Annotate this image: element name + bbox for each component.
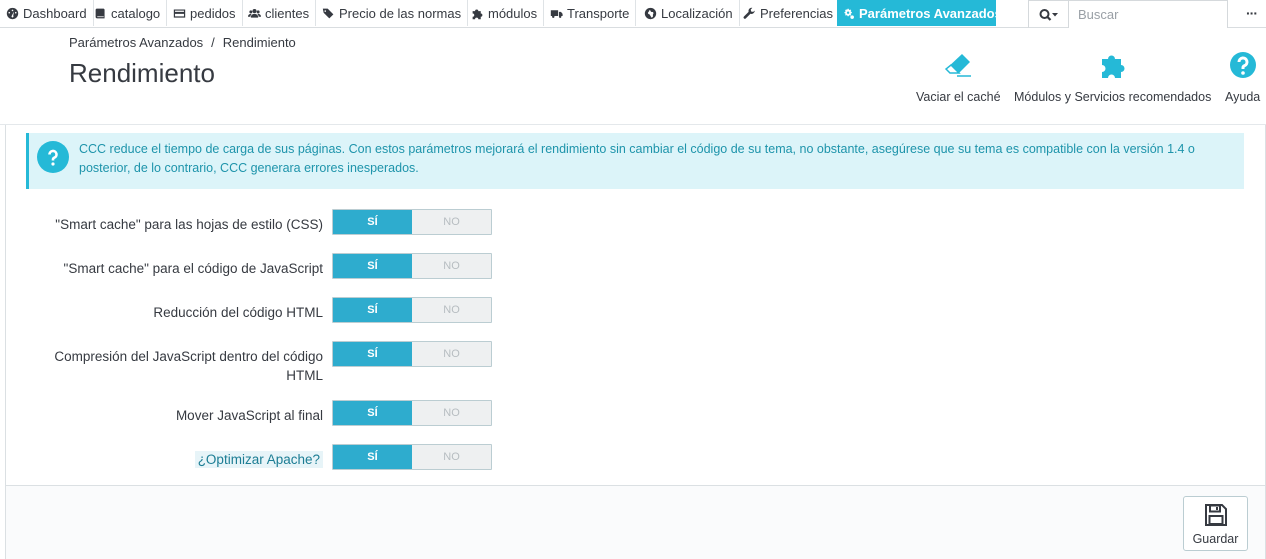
- users-icon: [247, 6, 261, 20]
- help-button[interactable]: Ayuda: [1225, 50, 1260, 104]
- switch-no[interactable]: NO: [412, 401, 491, 425]
- nav-item-pedidos[interactable]: pedidos: [167, 0, 243, 26]
- switch-yes[interactable]: SÍ: [333, 210, 412, 234]
- nav-item-preferencias[interactable]: Preferencias: [737, 0, 840, 26]
- search-type-dropdown[interactable]: [1029, 1, 1069, 28]
- globe-icon: [643, 6, 657, 20]
- performance-panel: CCC reduce el tiempo de carga de sus pág…: [5, 125, 1266, 559]
- help-icon: [1228, 50, 1258, 80]
- nav-item-localizacion[interactable]: Localización: [638, 0, 740, 26]
- form-label: Mover JavaScript al final: [175, 408, 323, 423]
- form-label-help-link[interactable]: ¿Optimizar Apache?: [33, 450, 323, 469]
- nav-label: Precio de las normas: [339, 5, 462, 21]
- optimize-apache-label[interactable]: ¿Optimizar Apache?: [194, 451, 323, 468]
- breadcrumb-parent[interactable]: Parámetros Avanzados: [69, 35, 203, 50]
- nav-item-dashboard[interactable]: Dashboard: [0, 0, 94, 26]
- save-button[interactable]: Guardar: [1183, 496, 1248, 551]
- toolbar-label: Ayuda: [1225, 90, 1261, 104]
- truck-icon: [549, 6, 563, 20]
- nav-label: módulos: [488, 5, 538, 21]
- form-label: "Smart cache" para el código de JavaScri…: [63, 261, 323, 276]
- smart-cache-css-switch[interactable]: SÍ NO: [332, 209, 492, 235]
- book-icon: [93, 6, 107, 20]
- puzzle-icon: [470, 6, 484, 20]
- search-icon: [1039, 8, 1058, 21]
- form-label: Reducción del código HTML: [153, 305, 323, 320]
- floppy-disk-icon: [1204, 503, 1227, 526]
- nav-item-precio-normas[interactable]: Precio de las normas: [316, 0, 469, 26]
- form-row-js-compression: Compresión del JavaScript dentro del cód…: [6, 341, 1261, 383]
- toolbar-label: Módulos y Servicios recomendados: [1014, 90, 1212, 104]
- recommended-modules-button[interactable]: Módulos y Servicios recomendados: [1014, 50, 1211, 104]
- clear-cache-button[interactable]: Vaciar el caché: [916, 50, 1001, 104]
- form-row-smart-cache-css: "Smart cache" para las hojas de estilo (…: [6, 209, 1261, 239]
- credit-card-icon: [172, 6, 186, 20]
- nav-item-catalogo[interactable]: catalogo: [88, 0, 168, 26]
- info-alert: CCC reduce el tiempo de carga de sus pág…: [26, 133, 1244, 189]
- optimize-apache-switch[interactable]: SÍ NO: [332, 444, 492, 470]
- form-row-move-js: Mover JavaScript al final SÍ NO: [6, 400, 1261, 430]
- breadcrumb-current: Rendimiento: [222, 35, 296, 50]
- search-box: [1028, 0, 1228, 29]
- switch-no[interactable]: NO: [412, 254, 491, 278]
- nav-item-modulos[interactable]: módulos: [465, 0, 545, 26]
- alert-text: CCC reduce el tiempo de carga de sus pág…: [79, 142, 1195, 175]
- nav-label: clientes: [265, 5, 310, 21]
- js-compression-switch[interactable]: SÍ NO: [332, 341, 492, 367]
- cogs-icon: [842, 6, 855, 20]
- move-js-switch[interactable]: SÍ NO: [332, 400, 492, 426]
- nav-label: Localización: [661, 5, 733, 21]
- page-header: Parámetros Avanzados / Rendimiento Rendimi…: [0, 28, 1266, 125]
- eraser-icon: [943, 50, 973, 80]
- nav-item-transporte[interactable]: Transporte: [544, 0, 637, 26]
- switch-yes[interactable]: SÍ: [333, 342, 412, 366]
- switch-yes[interactable]: SÍ: [333, 298, 412, 322]
- nav-label: Parámetros Avanzados: [859, 5, 1002, 21]
- switch-yes[interactable]: SÍ: [333, 445, 412, 469]
- switch-no[interactable]: NO: [412, 298, 491, 322]
- switch-no[interactable]: NO: [412, 445, 491, 469]
- nav-label: Dashboard: [23, 5, 87, 21]
- switch-yes[interactable]: SÍ: [333, 254, 412, 278]
- page-title: Rendimiento: [69, 58, 215, 88]
- tags-icon: [321, 6, 335, 20]
- breadcrumb-separator: /: [211, 35, 215, 50]
- html-reduction-switch[interactable]: SÍ NO: [332, 297, 492, 323]
- nav-label: pedidos: [190, 5, 236, 21]
- nav-label: catalogo: [111, 5, 161, 21]
- breadcrumb: Parámetros Avanzados / Rendimiento: [69, 35, 296, 50]
- form-label: "Smart cache" para las hojas de estilo (…: [55, 217, 323, 232]
- question-icon: [37, 141, 69, 173]
- switch-no[interactable]: NO: [412, 342, 491, 366]
- search-input[interactable]: [1069, 1, 1227, 28]
- switch-no[interactable]: NO: [412, 210, 491, 234]
- puzzle-icon: [1098, 50, 1128, 80]
- dashboard-icon: [5, 6, 19, 20]
- nav-item-clientes[interactable]: clientes: [242, 0, 317, 26]
- nav-item-parametros-avanzados[interactable]: Parámetros Avanzados: [837, 0, 1002, 26]
- switch-yes[interactable]: SÍ: [333, 401, 412, 425]
- more-menu-icon[interactable]: ···: [1246, 5, 1258, 21]
- form-row-smart-cache-js: "Smart cache" para el código de JavaScri…: [6, 253, 1261, 283]
- top-navigation: Dashboard catalogo pedidos clientes Prec…: [0, 0, 1266, 29]
- nav-label: Transporte: [567, 5, 630, 21]
- save-label: Guardar: [1192, 531, 1239, 546]
- form-label: Compresión del JavaScript dentro del cód…: [54, 349, 323, 383]
- nav-label: Preferencias: [760, 5, 833, 21]
- toolbar-label: Vaciar el caché: [916, 90, 1001, 104]
- smart-cache-js-switch[interactable]: SÍ NO: [332, 253, 492, 279]
- wrench-icon: [742, 6, 756, 20]
- form-row-html-reduction: Reducción del código HTML SÍ NO: [6, 297, 1261, 327]
- panel-footer: Guardar: [6, 485, 1265, 559]
- form-row-optimize-apache: ¿Optimizar Apache? SÍ NO: [6, 444, 1261, 474]
